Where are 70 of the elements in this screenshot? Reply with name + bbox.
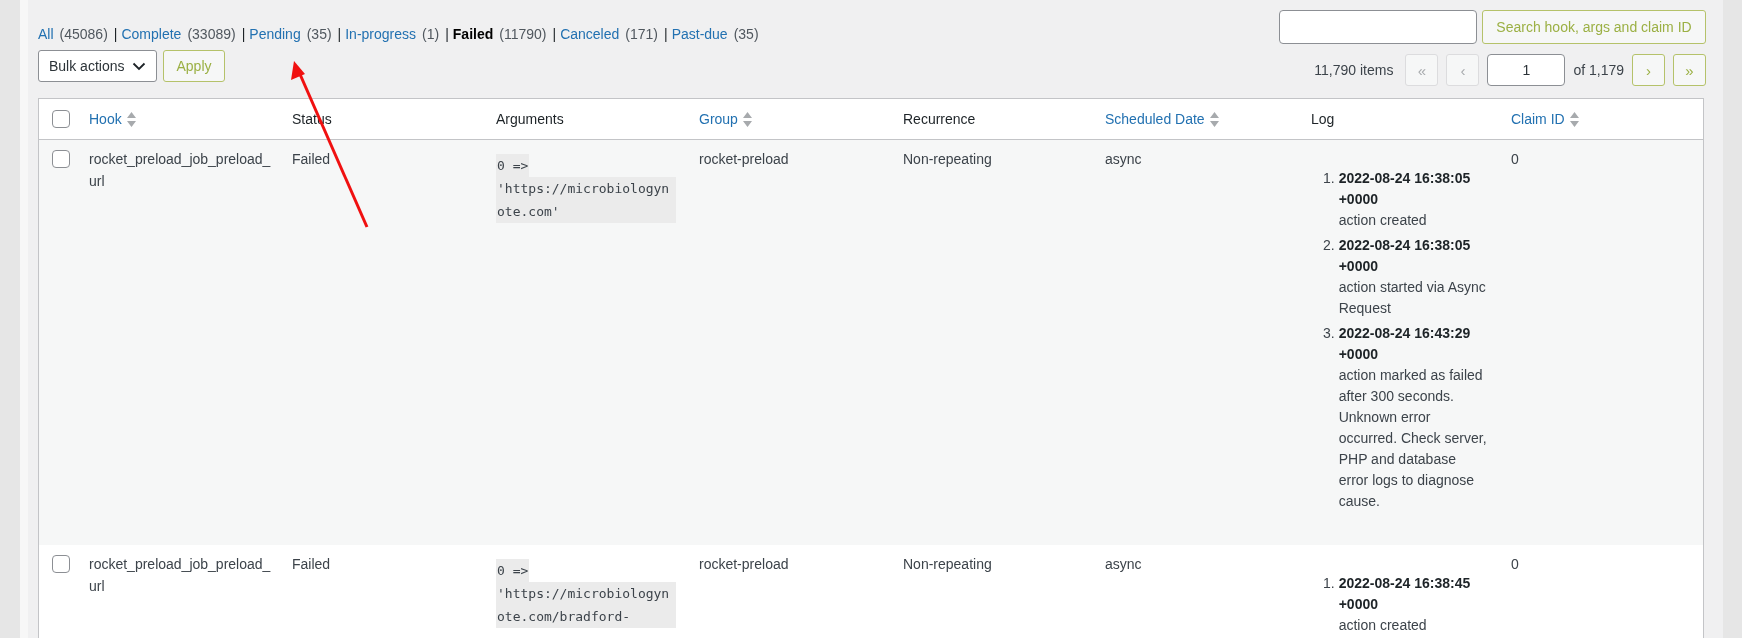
column-header-link[interactable]: Scheduled Date	[1105, 111, 1205, 127]
filter-link[interactable]: Pending	[249, 24, 301, 44]
filter-link[interactable]: Failed	[452, 24, 494, 44]
item-count: 11,790 items	[1314, 62, 1394, 78]
column-header: Log	[1311, 111, 1335, 127]
log-number: 1.	[1323, 169, 1335, 188]
filter-count: (11790)	[499, 25, 547, 44]
filter-count: (171)	[625, 25, 658, 44]
filter-count: (1)	[422, 25, 440, 44]
sort-icon[interactable]	[742, 111, 752, 127]
filter-separator: |	[445, 25, 449, 44]
log-number: 1.	[1323, 574, 1335, 593]
log-timestamp: 2022-08-24 16:38:45 +0000	[1338, 574, 1472, 614]
sort-icon[interactable]	[1209, 111, 1219, 127]
status-text: Failed	[292, 556, 331, 572]
filter-separator: |	[552, 25, 557, 44]
argument-code: 'https://microbiologynote.com/bradford-	[496, 582, 676, 628]
page-total: of 1,179	[1573, 62, 1624, 78]
page-nav-button[interactable]: »	[1673, 54, 1706, 86]
column-header-link[interactable]: Hook	[89, 111, 122, 127]
status-text: Failed	[292, 151, 331, 167]
hook-name: rocket_preload_job_preload_url	[89, 555, 271, 596]
argument-code: 0 =>	[496, 559, 530, 582]
log-timestamp: 2022-08-24 16:38:05 +0000	[1338, 169, 1472, 209]
row-checkbox[interactable]	[52, 150, 70, 168]
filter-separator: |	[113, 25, 118, 44]
chevron-down-icon	[132, 61, 147, 71]
recurrence-text: Non-repeating	[903, 151, 992, 167]
recurrence-text: Non-repeating	[903, 556, 992, 572]
filter-count: (35)	[306, 25, 332, 44]
group-text: rocket-preload	[699, 151, 789, 167]
column-header-link[interactable]: Group	[699, 111, 738, 127]
sort-icon[interactable]	[1569, 111, 1579, 127]
log-number: 2.	[1323, 236, 1335, 255]
claim-id-text: 0	[1511, 556, 1519, 572]
filter-link[interactable]: All	[38, 24, 54, 44]
log-timestamp: 2022-08-24 16:38:05 +0000	[1338, 236, 1472, 276]
log-number: 3.	[1323, 324, 1335, 343]
scheduled-date-text: async	[1105, 556, 1142, 572]
filter-separator: |	[337, 25, 342, 44]
log-message: action created	[1338, 616, 1428, 635]
log-message: action started via Async Request	[1338, 278, 1487, 318]
sort-icon[interactable]	[126, 111, 136, 127]
filter-link[interactable]: Canceled	[560, 24, 620, 44]
group-text: rocket-preload	[699, 556, 789, 572]
bulk-actions-dropdown[interactable]: Bulk actions	[38, 50, 158, 82]
filter-link[interactable]: Complete	[121, 24, 182, 44]
row-checkbox[interactable]	[52, 555, 70, 573]
page-number-field[interactable]: 1	[1487, 54, 1566, 86]
claim-id-text: 0	[1511, 151, 1519, 167]
filter-separator: |	[664, 25, 668, 44]
scheduled-date-text: async	[1105, 151, 1142, 167]
filter-count: (35)	[733, 25, 759, 44]
page-nav-button[interactable]: ›	[1632, 54, 1665, 86]
filter-separator: |	[241, 25, 246, 44]
select-all-checkbox[interactable]	[52, 110, 70, 128]
filter-link[interactable]: In-progress	[345, 24, 417, 44]
log-timestamp: 2022-08-24 16:43:29 +0000	[1338, 324, 1472, 364]
column-header: Arguments	[496, 111, 564, 127]
column-header-link[interactable]: Claim ID	[1511, 111, 1565, 127]
hook-name: rocket_preload_job_preload_url	[89, 150, 271, 191]
filter-count: (33089)	[187, 25, 236, 44]
filter-count: (45086)	[59, 25, 108, 44]
log-message: action marked as failed after 300 seconds. Unknown error occurred. Check server, PHP and database error logs to diagnose cause.	[1338, 366, 1488, 511]
log-message: action created	[1338, 211, 1428, 230]
argument-code: 0 =>	[496, 154, 530, 177]
column-header: Recurrence	[903, 111, 976, 127]
search-field[interactable]	[1279, 10, 1477, 44]
filter-link[interactable]: Past-due	[671, 24, 728, 44]
argument-code: 'https://microbiologynote.com'	[496, 177, 676, 223]
